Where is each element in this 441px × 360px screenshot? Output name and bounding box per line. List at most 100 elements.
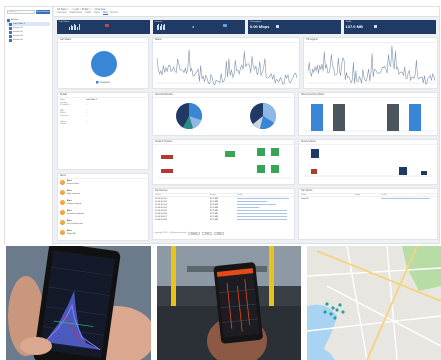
alert-item[interactable]: ! Alert High utilization <box>58 189 148 199</box>
alert-item[interactable]: ! Alert Rogue AP <box>58 229 148 239</box>
cell-name: 10.10.10.105 <box>155 209 167 212</box>
alert-text: Alert Config changed <box>67 200 81 205</box>
kpi-throughput[interactable]: Throughput 0.00 Mbps <box>248 20 341 34</box>
detail-row: Clients... <box>60 123 146 126</box>
series-line <box>156 49 298 86</box>
device-icon <box>9 34 12 38</box>
tab-bar: Overview Dashboards Traffic Alerts Map Events <box>57 12 436 15</box>
cell-traffic <box>237 209 292 212</box>
cell-name: 10.10.10.107 <box>155 215 167 218</box>
panel-title: Details <box>60 94 68 96</box>
tab[interactable]: Traffic <box>85 12 91 15</box>
traffic-bar <box>237 197 290 200</box>
traffic-bar <box>237 209 287 212</box>
tree-filter: search... Show Devices <box>7 10 50 14</box>
cell-usage: XX.X MB <box>209 206 218 209</box>
alert-message: High utilization <box>67 192 81 195</box>
kpi-traffic[interactable]: Traffic 137.0 MB <box>343 20 436 34</box>
traffic-bar <box>237 206 260 209</box>
column-header: Client <box>301 194 307 196</box>
panel-title: Session Timeline <box>155 141 173 143</box>
sessions-panel: Session Timeline <box>152 139 295 185</box>
cell-name: 10.10.10.102 <box>155 200 167 203</box>
photo-phone-chart <box>6 246 151 360</box>
help-button[interactable]: Help <box>214 231 225 235</box>
tree-item-label: Device 02 <box>13 31 23 33</box>
cell-traffic <box>237 206 292 209</box>
device-icon <box>7 18 10 22</box>
alert-text: Alert High utilization <box>67 190 80 195</box>
status-chip-red <box>105 24 109 27</box>
alert-text: Alert Firmware outdated <box>67 210 84 215</box>
show-devices-button[interactable]: Show Devices <box>36 10 50 14</box>
tab[interactable]: Alerts <box>94 12 100 15</box>
table-row[interactable]: client-01 <box>299 197 437 200</box>
traffic-bar <box>237 212 287 215</box>
tree-item-label: All Sites <box>11 19 19 21</box>
cell-name: 10.10.10.101 <box>155 197 167 200</box>
print-button[interactable]: Print <box>202 231 213 235</box>
panel-title: Top Clients <box>301 190 313 192</box>
cell-traffic <box>237 200 292 203</box>
traffic-bar <box>237 200 268 203</box>
panel-title: Client Distribution <box>155 94 173 96</box>
tree-item[interactable]: Device 04 <box>7 38 50 42</box>
map-view[interactable] <box>307 246 441 360</box>
series-line <box>307 45 436 85</box>
cell-traffic <box>381 197 435 200</box>
warning-icon: ! <box>60 220 65 225</box>
kpi-sparkbars <box>156 24 166 30</box>
kpi-title: Lab Status <box>59 21 70 23</box>
warning-icon: ! <box>60 230 65 235</box>
detail-key: Firmware <box>60 114 69 117</box>
main-content: All Sites > ... > Lab > Public > ... Ove… <box>54 7 439 243</box>
traffic-bar <box>237 203 276 206</box>
cell-name: 10.10.10.106 <box>155 212 167 215</box>
alert-item[interactable]: ! Alert Config changed <box>58 199 148 209</box>
cell-usage: XX.X MB <box>209 200 218 203</box>
export-button[interactable]: Export <box>188 231 201 235</box>
alert-text: Alert Rogue AP <box>67 230 76 235</box>
alert-item[interactable]: ! Alert Firmware outdated <box>58 209 148 219</box>
status-chip-blue <box>222 24 227 27</box>
throughput-line-chart <box>307 45 436 85</box>
tree-search-input[interactable]: search... <box>7 10 35 14</box>
tab[interactable]: Map <box>103 12 108 15</box>
cell-name: 10.10.10.103 <box>155 203 167 206</box>
uptime-bars <box>303 149 435 177</box>
tree-item-label: Device 03 <box>13 35 23 37</box>
cell-traffic <box>237 197 292 200</box>
details-list: Name Lab-Public 1 Location... IP address...… <box>58 98 148 127</box>
alerts-panel: Alerts ! Alert Device offline! Alert High ut… <box>57 173 149 241</box>
wifi-icon <box>373 25 377 28</box>
client-counts-bars <box>303 104 435 132</box>
uptime-panel: Device Uptime <box>298 139 438 185</box>
cell-traffic <box>237 215 292 218</box>
alert-item[interactable]: ! Alert Link flap detected <box>58 219 148 229</box>
column-header: Usage <box>354 194 361 196</box>
tab[interactable]: Overview <box>57 12 67 15</box>
device-tree: search... Show Devices All Sites Lab-Publ… <box>5 7 53 245</box>
panel-title: Device Uptime <box>301 141 316 143</box>
footer: Copyright 2019 ... All rights reserved E… <box>154 231 225 235</box>
sessions-timeline <box>157 148 292 179</box>
kpi-sparkbars <box>69 24 80 30</box>
tab[interactable]: Events <box>111 12 118 15</box>
kpi-lab-status[interactable]: Lab Status <box>57 20 150 34</box>
device-icon <box>9 30 12 34</box>
alert-message: Firmware outdated <box>67 212 84 215</box>
cell-usage: XX.X MB <box>209 209 218 212</box>
status-panel: Status <box>152 37 300 89</box>
lab-status-pie <box>91 51 117 84</box>
kpi-row: Lab Status Devices 0 Throughput 0.00 Mbp… <box>57 20 436 34</box>
table-row[interactable]: 10.10.10.108 XX.X MB <box>153 218 294 221</box>
column-header: Device <box>155 194 162 196</box>
alert-item[interactable]: ! Alert Device offline <box>58 179 148 189</box>
top-bar: All Sites > ... > Lab > Public > ... Ove… <box>54 7 439 17</box>
traffic-bar <box>381 197 430 200</box>
warning-icon: ! <box>60 200 65 205</box>
panel-title: Alerts <box>60 175 66 177</box>
tab[interactable]: Dashboards <box>70 12 82 15</box>
alert-text: Alert Link flap detected <box>67 220 83 225</box>
kpi-devices[interactable]: Devices 0 <box>152 20 245 34</box>
